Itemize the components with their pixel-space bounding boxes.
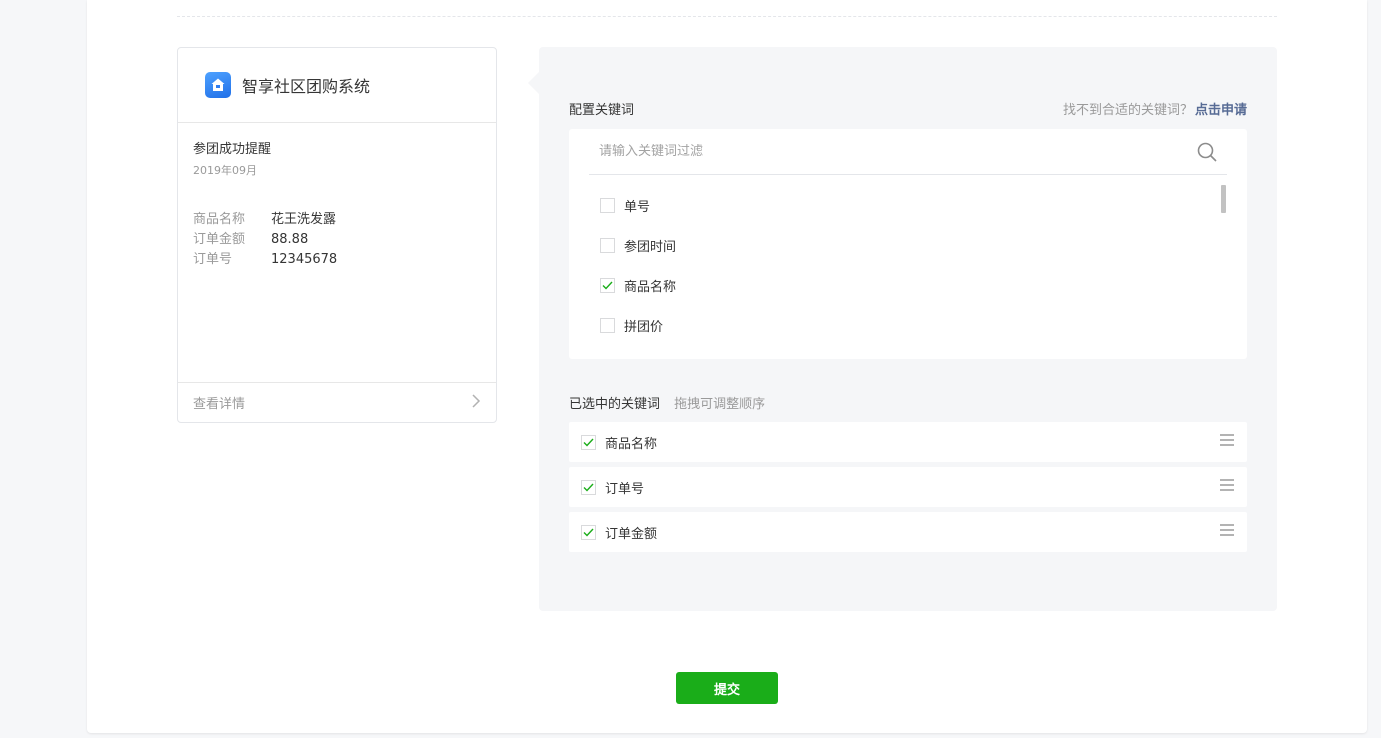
main-panel: 智享社区团购系统 参团成功提醒 2019年09月 商品名称 花王洗发露 订单金额… [87,0,1367,733]
app-logo-icon [205,72,231,98]
checkbox-checked[interactable] [581,434,596,450]
search-row [589,129,1227,175]
config-header: 配置关键词 找不到合适的关键词？ 点击申请 [569,99,1247,118]
apply-keyword-link[interactable]: 点击申请 [1195,103,1247,118]
submit-button[interactable]: 提交 [676,672,778,704]
checkbox[interactable] [600,197,615,213]
checkbox[interactable] [600,317,615,333]
keyword-filter-input[interactable] [599,144,1159,159]
selected-hint: 拖拽可调整顺序 [674,397,766,412]
drag-handle-icon[interactable] [1219,524,1235,540]
checkmark-icon [583,438,594,447]
keyword-option-label: 商品名称 [624,279,677,295]
keyword-option[interactable]: 单号 [600,185,676,225]
selected-keyword-item[interactable]: 订单金额 [569,512,1247,552]
field-row: 订单号 12345678 [193,250,481,270]
top-divider [177,16,1277,17]
field-list: 商品名称 花王洗发露 订单金额 88.88 订单号 12345678 [193,210,481,270]
message-date: 2019年09月 [193,164,257,177]
selected-keyword-label: 订单金额 [605,526,658,542]
view-details-link[interactable]: 查看详情 [193,393,245,412]
checkbox-checked[interactable] [581,524,596,540]
message-preview-card: 智享社区团购系统 参团成功提醒 2019年09月 商品名称 花王洗发露 订单金额… [177,47,497,423]
keyword-option-label: 参团时间 [624,239,677,255]
field-value: 12345678 [271,252,338,267]
app-name: 智享社区团购系统 [242,77,371,96]
checkbox[interactable] [600,237,615,253]
field-value: 88.88 [271,232,309,247]
keyword-config-section: 配置关键词 找不到合适的关键词？点击申请 单号 参团时间 [539,47,1277,611]
chevron-right-icon [471,393,481,412]
view-details-row[interactable]: 查看详情 [178,382,496,422]
selected-header: 已选中的关键词 拖拽可调整顺序 [569,393,765,412]
config-title: 配置关键词 [569,103,635,118]
field-key: 订单金额 [193,232,246,247]
checkbox-checked[interactable] [581,479,596,495]
card-body: 参团成功提醒 2019年09月 商品名称 花王洗发露 订单金额 88.88 订单… [178,123,496,383]
config-hint-text: 找不到合适的关键词？ [1062,103,1193,118]
keyword-option[interactable]: 商品名称 [600,265,676,305]
keyword-option[interactable]: 拼团价 [600,305,676,345]
drag-handle-icon[interactable] [1219,434,1235,450]
field-row: 订单金额 88.88 [193,230,481,250]
selected-keyword-label: 订单号 [605,481,645,497]
field-key: 订单号 [193,252,233,267]
field-value: 花王洗发露 [271,212,337,227]
selected-keyword-item[interactable]: 商品名称 [569,422,1247,462]
field-row: 商品名称 花王洗发露 [193,210,481,230]
scrollbar-thumb[interactable] [1221,185,1226,213]
selected-keyword-list: 商品名称 订单号 订单金额 [569,422,1247,557]
selected-title: 已选中的关键词 [569,397,661,412]
message-title: 参团成功提醒 [193,142,272,157]
checkmark-icon [602,281,613,290]
checkmark-icon [583,528,594,537]
keyword-option[interactable]: 参团时间 [600,225,676,265]
config-hint: 找不到合适的关键词？ 点击申请 [1063,99,1247,118]
keyword-option-label: 单号 [624,199,651,215]
card-header: 智享社区团购系统 [178,48,496,123]
keyword-option-label: 拼团价 [624,319,664,335]
config-pointer-arrow [528,72,539,94]
keyword-options: 单号 参团时间 商品名称 拼团价 [600,185,676,345]
search-icon[interactable] [1197,142,1217,162]
keyword-list-box: 单号 参团时间 商品名称 拼团价 [569,129,1247,359]
selected-keyword-item[interactable]: 订单号 [569,467,1247,507]
checkbox-checked[interactable] [600,277,615,293]
field-key: 商品名称 [193,212,246,227]
selected-keyword-label: 商品名称 [605,436,658,452]
checkmark-icon [583,483,594,492]
drag-handle-icon[interactable] [1219,479,1235,495]
